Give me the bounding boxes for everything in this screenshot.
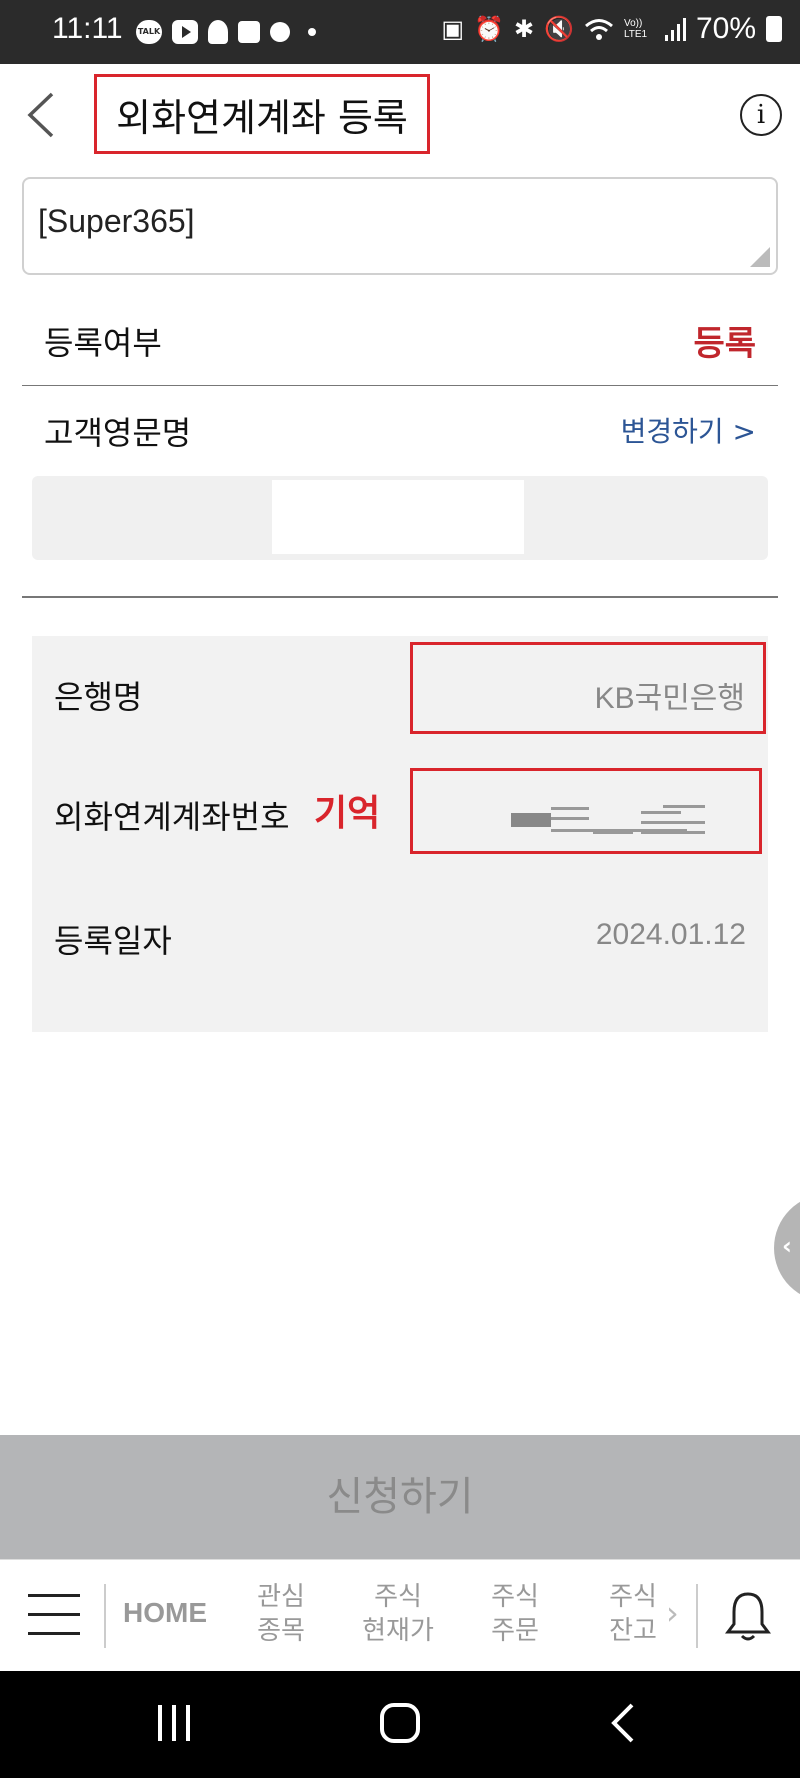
- memo-textarea[interactable]: [Super365]: [22, 177, 778, 275]
- status-bar: 11:11 TALK ▣ ⏰ ✱ 🔇 Vo)) LTE1 70%: [0, 0, 800, 64]
- registration-label: 등록여부: [44, 324, 162, 362]
- registration-row: 등록여부 등록: [22, 300, 778, 386]
- divider: [22, 596, 778, 598]
- nav-divider: [104, 1584, 106, 1648]
- signal-icon: [664, 18, 686, 41]
- battery-percent: 70%: [695, 12, 756, 45]
- recent-apps-icon[interactable]: [154, 1701, 194, 1745]
- photo-icon: ▣: [441, 15, 465, 43]
- home-button-icon[interactable]: [378, 1701, 422, 1745]
- chevron-right-icon[interactable]: ›: [666, 1594, 679, 1632]
- app-icon: [270, 22, 290, 42]
- bank-highlight: KB국민은행: [410, 642, 766, 734]
- status-time: 11:11: [52, 12, 123, 45]
- english-name-value: [272, 480, 524, 554]
- change-name-link[interactable]: 변경하기 >: [621, 410, 756, 450]
- bank-label: 은행명: [54, 678, 143, 716]
- volte-icon: Vo)) LTE1: [623, 18, 648, 40]
- chevron-left-icon: ‹: [782, 1232, 792, 1260]
- app-icon: [208, 20, 228, 44]
- registration-date-value: 2024.01.12: [595, 918, 746, 951]
- bank-value: KB국민은행: [594, 682, 745, 715]
- chevron-left-icon[interactable]: [22, 90, 62, 140]
- kakaotalk-icon: TALK: [136, 20, 162, 44]
- nav-home[interactable]: HOME: [122, 1596, 208, 1630]
- bluetooth-icon: ✱: [513, 15, 535, 43]
- nav-stock-order[interactable]: 주식 주문: [470, 1580, 560, 1648]
- apply-button[interactable]: 신청하기: [0, 1435, 800, 1559]
- resize-grip-icon[interactable]: [750, 247, 770, 267]
- notification-icons: TALK: [136, 20, 316, 44]
- hamburger-menu-icon[interactable]: [28, 1594, 80, 1638]
- bottom-nav: HOME 관심 종목 주식 현재가 주식 주문 주식 잔고 ›: [0, 1559, 800, 1671]
- info-icon[interactable]: i: [740, 94, 782, 136]
- app-header: 외화연계계좌 등록 i: [0, 64, 800, 164]
- memo-text: [Super365]: [38, 203, 195, 239]
- registration-date-label: 등록일자: [54, 922, 172, 960]
- english-name-row: 고객영문명 변경하기 >: [22, 400, 778, 470]
- system-icons: ▣ ⏰ ✱ 🔇 Vo)) LTE1 70%: [441, 12, 782, 46]
- account-info-panel: 은행명 KB국민은행 외화연계계좌번호 기억 등록일자 2024.01.12: [32, 636, 768, 1032]
- alarm-icon: ⏰: [474, 15, 504, 43]
- english-name-label: 고객영문명: [44, 414, 192, 452]
- battery-icon: [766, 16, 782, 42]
- nav-stock-price[interactable]: 주식 현재가: [348, 1580, 448, 1648]
- nav-divider: [696, 1584, 698, 1648]
- account-note: 기억: [314, 793, 381, 834]
- nav-stock-balance[interactable]: 주식 잔고: [588, 1580, 678, 1648]
- bell-icon[interactable]: [724, 1590, 772, 1642]
- account-number-label: 외화연계계좌번호: [54, 798, 290, 836]
- english-name-box: [32, 476, 768, 560]
- side-drawer-tab[interactable]: ‹: [774, 1194, 800, 1302]
- dot-icon: [308, 28, 316, 36]
- system-nav-bar: [0, 1671, 800, 1778]
- check-icon: [238, 21, 260, 43]
- registration-status: 등록: [693, 324, 756, 364]
- youtube-icon: [172, 20, 198, 44]
- mute-icon: 🔇: [544, 15, 574, 43]
- account-number-highlight: [410, 768, 762, 854]
- back-nav-icon[interactable]: [608, 1701, 638, 1745]
- nav-watchlist[interactable]: 관심 종목: [236, 1580, 326, 1648]
- page-title: 외화연계계좌 등록: [94, 74, 430, 154]
- wifi-icon: [584, 19, 613, 40]
